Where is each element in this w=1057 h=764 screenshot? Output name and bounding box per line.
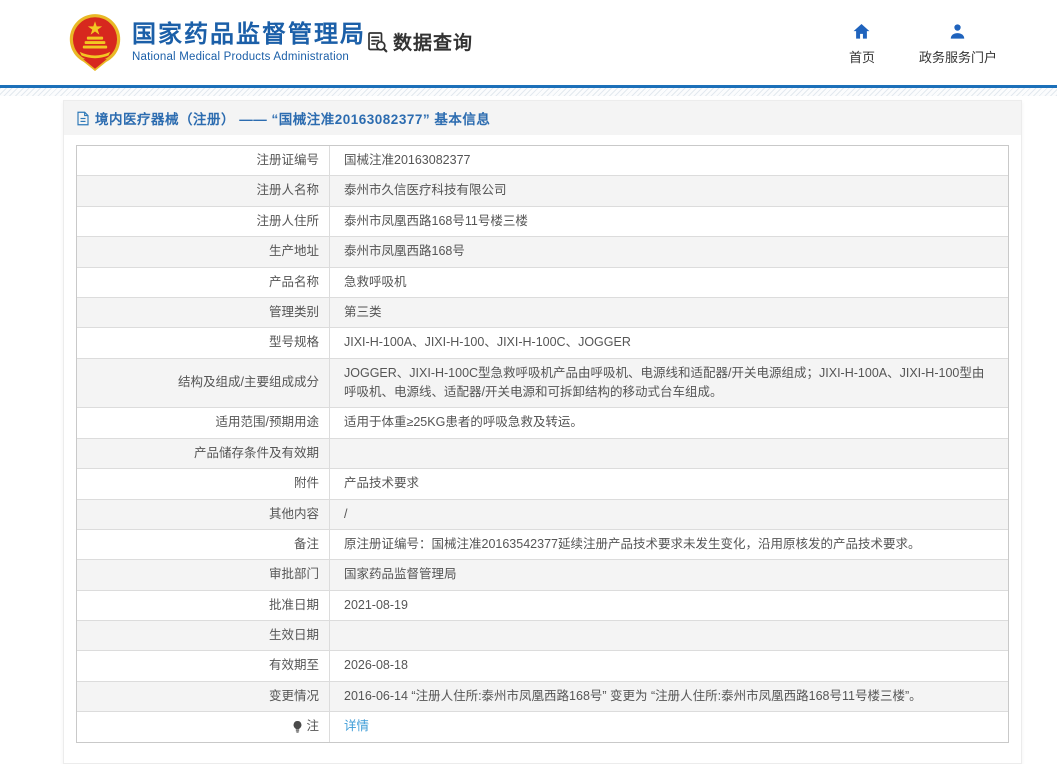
table-row: 结构及组成/主要组成成分JOGGER、JIXI-H-100C型急救呼吸机产品由呼… [77, 359, 1008, 409]
document-icon [76, 111, 90, 126]
document-search-icon [365, 30, 389, 54]
row-value: 2026-08-18 [330, 651, 1008, 680]
table-row: 注册人住所泰州市凤凰西路168号11号楼三楼 [77, 207, 1008, 237]
row-label: 型号规格 [77, 328, 330, 357]
logo-text: 国家药品监督管理局 National Medical Products Admi… [132, 21, 366, 64]
nav-home[interactable]: 首页 [849, 22, 875, 66]
table-row: 产品储存条件及有效期 [77, 439, 1008, 469]
user-icon [948, 22, 967, 41]
row-label: 变更情况 [77, 682, 330, 711]
table-row: 适用范围/预期用途适用于体重≥25KG患者的呼吸急救及转运。 [77, 408, 1008, 438]
bulb-icon [292, 721, 303, 733]
row-label: 注册证编号 [77, 146, 330, 175]
page-title: 境内医疗器械（注册） —— “国械注准20163082377” 基本信息 [95, 108, 490, 128]
row-value: 泰州市凤凰西路168号11号楼三楼 [330, 207, 1008, 236]
row-value: 详情 [330, 712, 1008, 741]
table-row: 注详情 [77, 712, 1008, 741]
row-value [330, 439, 1008, 468]
table-row: 生效日期 [77, 621, 1008, 651]
home-icon [852, 22, 871, 41]
row-label: 审批部门 [77, 560, 330, 589]
row-value: 国械注准20163082377 [330, 146, 1008, 175]
row-label: 注册人住所 [77, 207, 330, 236]
row-value: 泰州市凤凰西路168号 [330, 237, 1008, 266]
row-value: 产品技术要求 [330, 469, 1008, 498]
row-label: 附件 [77, 469, 330, 498]
row-label: 产品名称 [77, 268, 330, 297]
table-row: 注册证编号国械注准20163082377 [77, 146, 1008, 176]
table-row: 批准日期2021-08-19 [77, 591, 1008, 621]
row-label: 管理类别 [77, 298, 330, 327]
row-label: 注 [77, 712, 330, 741]
table-row: 备注原注册证编号：国械注准20163542377延续注册产品技术要求未发生变化，… [77, 530, 1008, 560]
nav-home-label: 首页 [849, 47, 875, 66]
nmpa-logo[interactable]: 国家药品监督管理局 National Medical Products Admi… [68, 13, 366, 71]
nav-data-query[interactable]: 数据查询 [365, 28, 473, 55]
row-value: 原注册证编号：国械注准20163542377延续注册产品技术要求未发生变化，沿用… [330, 530, 1008, 559]
row-value: 第三类 [330, 298, 1008, 327]
row-value: 适用于体重≥25KG患者的呼吸急救及转运。 [330, 408, 1008, 437]
info-table: 注册证编号国械注准20163082377注册人名称泰州市久信医疗科技有限公司注册… [76, 145, 1009, 743]
row-value: / [330, 500, 1008, 529]
table-row: 型号规格JIXI-H-100A、JIXI-H-100、JIXI-H-100C、J… [77, 328, 1008, 358]
data-query-label: 数据查询 [393, 28, 473, 55]
row-label: 注册人名称 [77, 176, 330, 205]
row-label: 生效日期 [77, 621, 330, 650]
header-right-nav: 首页 政务服务门户 [849, 22, 997, 66]
row-label: 生产地址 [77, 237, 330, 266]
detail-link[interactable]: 详情 [344, 717, 369, 736]
header-stripe-band [0, 88, 1057, 96]
table-row: 附件产品技术要求 [77, 469, 1008, 499]
national-emblem-icon [68, 13, 122, 71]
row-value: 急救呼吸机 [330, 268, 1008, 297]
table-row: 变更情况2016-06-14 “注册人住所:泰州市凤凰西路168号” 变更为 “… [77, 682, 1008, 712]
nav-portal-label: 政务服务门户 [919, 47, 997, 66]
table-row: 生产地址泰州市凤凰西路168号 [77, 237, 1008, 267]
row-label: 备注 [77, 530, 330, 559]
agency-name-en: National Medical Products Administration [132, 51, 366, 63]
row-label: 结构及组成/主要组成成分 [77, 359, 330, 408]
row-label: 适用范围/预期用途 [77, 408, 330, 437]
table-row: 审批部门国家药品监督管理局 [77, 560, 1008, 590]
table-row: 其他内容/ [77, 500, 1008, 530]
table-row: 产品名称急救呼吸机 [77, 268, 1008, 298]
page-title-bar: 境内医疗器械（注册） —— “国械注准20163082377” 基本信息 [64, 101, 1021, 135]
row-value: 2016-06-14 “注册人住所:泰州市凤凰西路168号” 变更为 “注册人住… [330, 682, 1008, 711]
agency-name-cn: 国家药品监督管理局 [132, 21, 366, 50]
row-value [330, 621, 1008, 650]
nav-portal[interactable]: 政务服务门户 [919, 22, 997, 66]
row-value: JIXI-H-100A、JIXI-H-100、JIXI-H-100C、JOGGE… [330, 328, 1008, 357]
table-row: 管理类别第三类 [77, 298, 1008, 328]
row-label: 批准日期 [77, 591, 330, 620]
table-row: 注册人名称泰州市久信医疗科技有限公司 [77, 176, 1008, 206]
row-value: 泰州市久信医疗科技有限公司 [330, 176, 1008, 205]
content-container: 境内医疗器械（注册） —— “国械注准20163082377” 基本信息 注册证… [63, 100, 1022, 764]
row-value: 2021-08-19 [330, 591, 1008, 620]
row-label: 其他内容 [77, 500, 330, 529]
row-label: 有效期至 [77, 651, 330, 680]
table-row: 有效期至2026-08-18 [77, 651, 1008, 681]
row-label: 产品储存条件及有效期 [77, 439, 330, 468]
row-value: JOGGER、JIXI-H-100C型急救呼吸机产品由呼吸机、电源线和适配器/开… [330, 359, 1008, 408]
row-value: 国家药品监督管理局 [330, 560, 1008, 589]
site-header: 国家药品监督管理局 National Medical Products Admi… [0, 0, 1057, 85]
